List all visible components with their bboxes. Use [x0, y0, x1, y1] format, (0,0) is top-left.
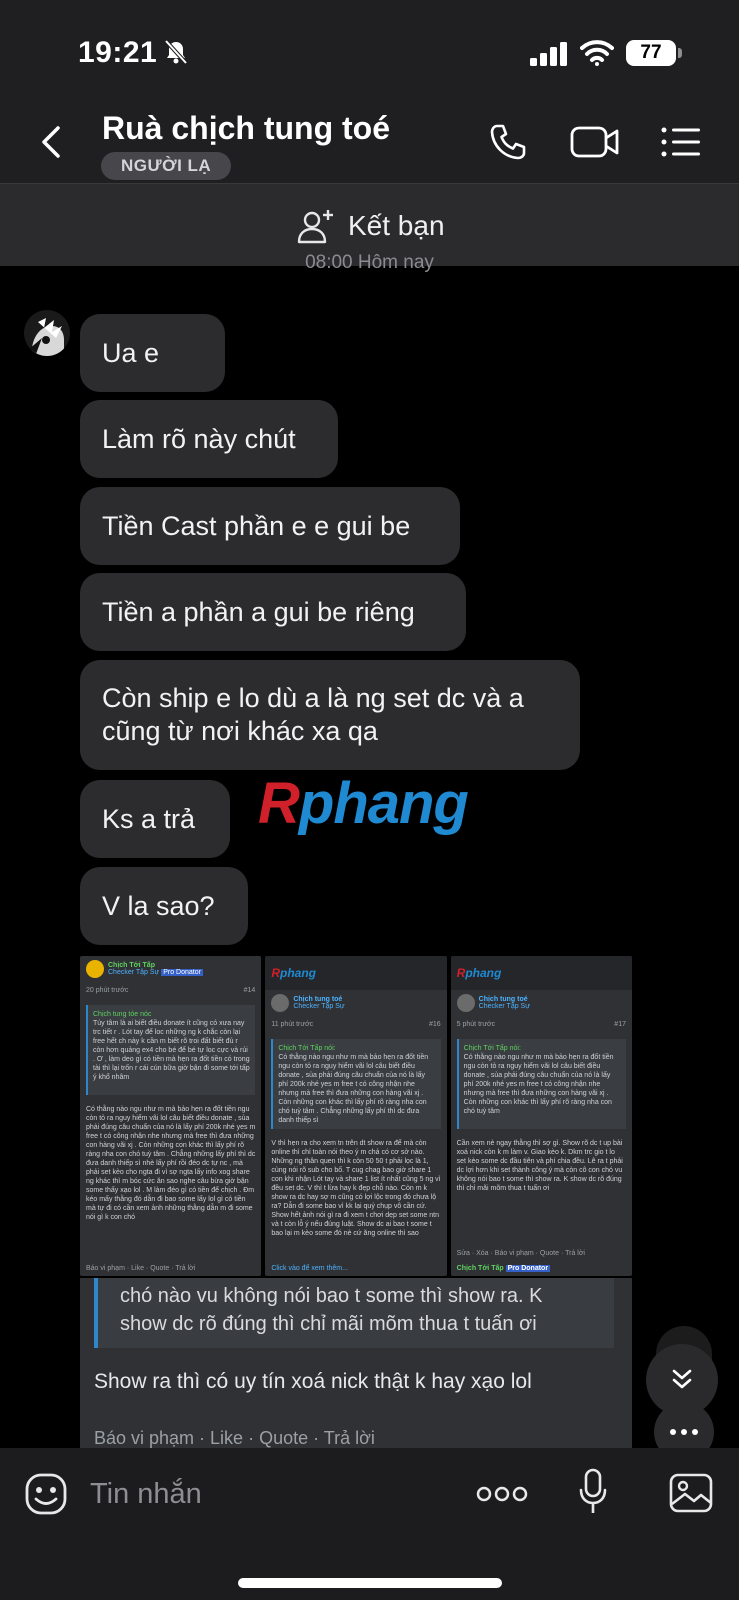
- wifi-icon: [580, 40, 614, 66]
- message-bubble[interactable]: Làm rõ này chút: [80, 400, 338, 478]
- user-avatar: [456, 994, 475, 1012]
- list-menu-icon[interactable]: [660, 126, 702, 158]
- battery-indicator: 77: [626, 40, 676, 66]
- forum-post-footer: Báo vi phạm · Like · Quote · Trả lời: [86, 1265, 196, 1272]
- status-bar: 19:21 77: [0, 0, 739, 100]
- forum-post-author: Chịch tung toé Checker Tập Sự: [265, 990, 446, 1016]
- back-chevron-icon[interactable]: [36, 122, 66, 162]
- forum-post-footer: Click vào để xem thêm...: [271, 1265, 348, 1272]
- forum-quote: Chịch Tới Tấp nói: Có thằng nào ngu như …: [271, 1039, 441, 1129]
- forum-post-footer: Báo vi phạm · Like · Quote · Trả lời: [94, 1428, 375, 1448]
- forum-post-body: Cần xem nè ngay thằng thì sợ gì. Show rõ…: [456, 1140, 623, 1192]
- message-composer: [0, 1448, 739, 1600]
- message-bubble[interactable]: Ks a trả: [80, 780, 230, 858]
- more-options-icon[interactable]: [476, 1482, 528, 1506]
- message-bubble[interactable]: Tiền a phần a gui be riêng: [80, 573, 466, 651]
- video-call-icon[interactable]: [570, 124, 620, 160]
- dots-icon: [670, 1429, 698, 1435]
- add-user-icon: [297, 210, 333, 244]
- message-input[interactable]: [90, 1474, 450, 1514]
- double-chevron-down-icon: [672, 1369, 692, 1389]
- message-bubble[interactable]: Tiền Cast phần e e gui be: [80, 487, 460, 565]
- message-timestamp: 08:00 Hôm nay: [305, 252, 434, 272]
- gallery-image-icon[interactable]: [668, 1472, 714, 1514]
- forum-screenshot[interactable]: Rphang Chịch tung toé Checker Tập Sự 5 p…: [450, 956, 632, 1276]
- forum-post-body: Show ra thì có uy tín xoá nick thật k ha…: [94, 1370, 532, 1393]
- sticker-emoji-icon[interactable]: [24, 1472, 68, 1516]
- image-message-grid[interactable]: Chịch Tới Tấp Checker Tập Sự Pro Donator…: [80, 956, 632, 1276]
- watermark-logo: Rphang: [258, 771, 469, 836]
- forum-post-footer: Sửa · Xóa · Báo vi phạm · Quote · Trả lờ…: [456, 1250, 585, 1272]
- forum-navbar: Rphang: [265, 956, 447, 990]
- forum-screenshot[interactable]: Chịch Tới Tấp Checker Tập Sự Pro Donator…: [80, 956, 262, 1276]
- user-avatar: [86, 960, 104, 978]
- bell-slash-icon: [164, 39, 188, 65]
- forum-post-author: Chịch tung toé Checker Tập Sự: [451, 990, 632, 1016]
- forum-quote: Chịch tung tóe nóc Túy tâm là ai biết đi…: [86, 1005, 256, 1095]
- add-friend-button[interactable]: Kết bạn: [296, 206, 445, 246]
- forum-quote: chó nào vu không nói bao t some thì show…: [94, 1278, 614, 1348]
- forum-screenshot[interactable]: Rphang Chịch tung toé Checker Tập Sự 11 …: [265, 956, 447, 1276]
- user-avatar: [271, 994, 290, 1012]
- forum-post-author: Chịch Tới Tấp Checker Tập Sự Pro Donator: [80, 956, 261, 982]
- microphone-icon[interactable]: [578, 1468, 608, 1516]
- message-bubble[interactable]: V la sao?: [80, 867, 248, 945]
- cellular-signal-icon: [530, 42, 567, 66]
- stranger-badge: NGƯỜI LẠ: [101, 152, 232, 180]
- forum-post-body: Có thằng nào ngu như m mà bảo hẹn ra đốt…: [86, 1106, 256, 1221]
- contact-name[interactable]: Ruà chịch tung toé: [102, 110, 390, 147]
- contact-avatar[interactable]: [24, 310, 70, 356]
- image-message-zoom[interactable]: chó nào vu không nói bao t some thì show…: [80, 1278, 632, 1448]
- home-indicator: [238, 1578, 502, 1588]
- add-friend-label: Kết bạn: [348, 210, 445, 241]
- message-bubble[interactable]: Còn ship e lo dù a là ng set dc và a cũn…: [80, 660, 580, 770]
- forum-post-body: V thì hẹn ra cho xem tn trên dt show ra …: [271, 1140, 441, 1237]
- message-bubble[interactable]: Ua e: [80, 314, 225, 392]
- phone-call-icon[interactable]: [488, 122, 528, 162]
- forum-navbar: Rphang: [450, 956, 632, 990]
- status-time: 19:21: [78, 36, 158, 69]
- chat-header: Ruà chịch tung toé NGƯỜI LẠ: [0, 100, 739, 184]
- battery-tip: [678, 48, 682, 58]
- forum-quote: Chịch Tới Tấp nói: Có thằng nào ngu như …: [456, 1039, 626, 1129]
